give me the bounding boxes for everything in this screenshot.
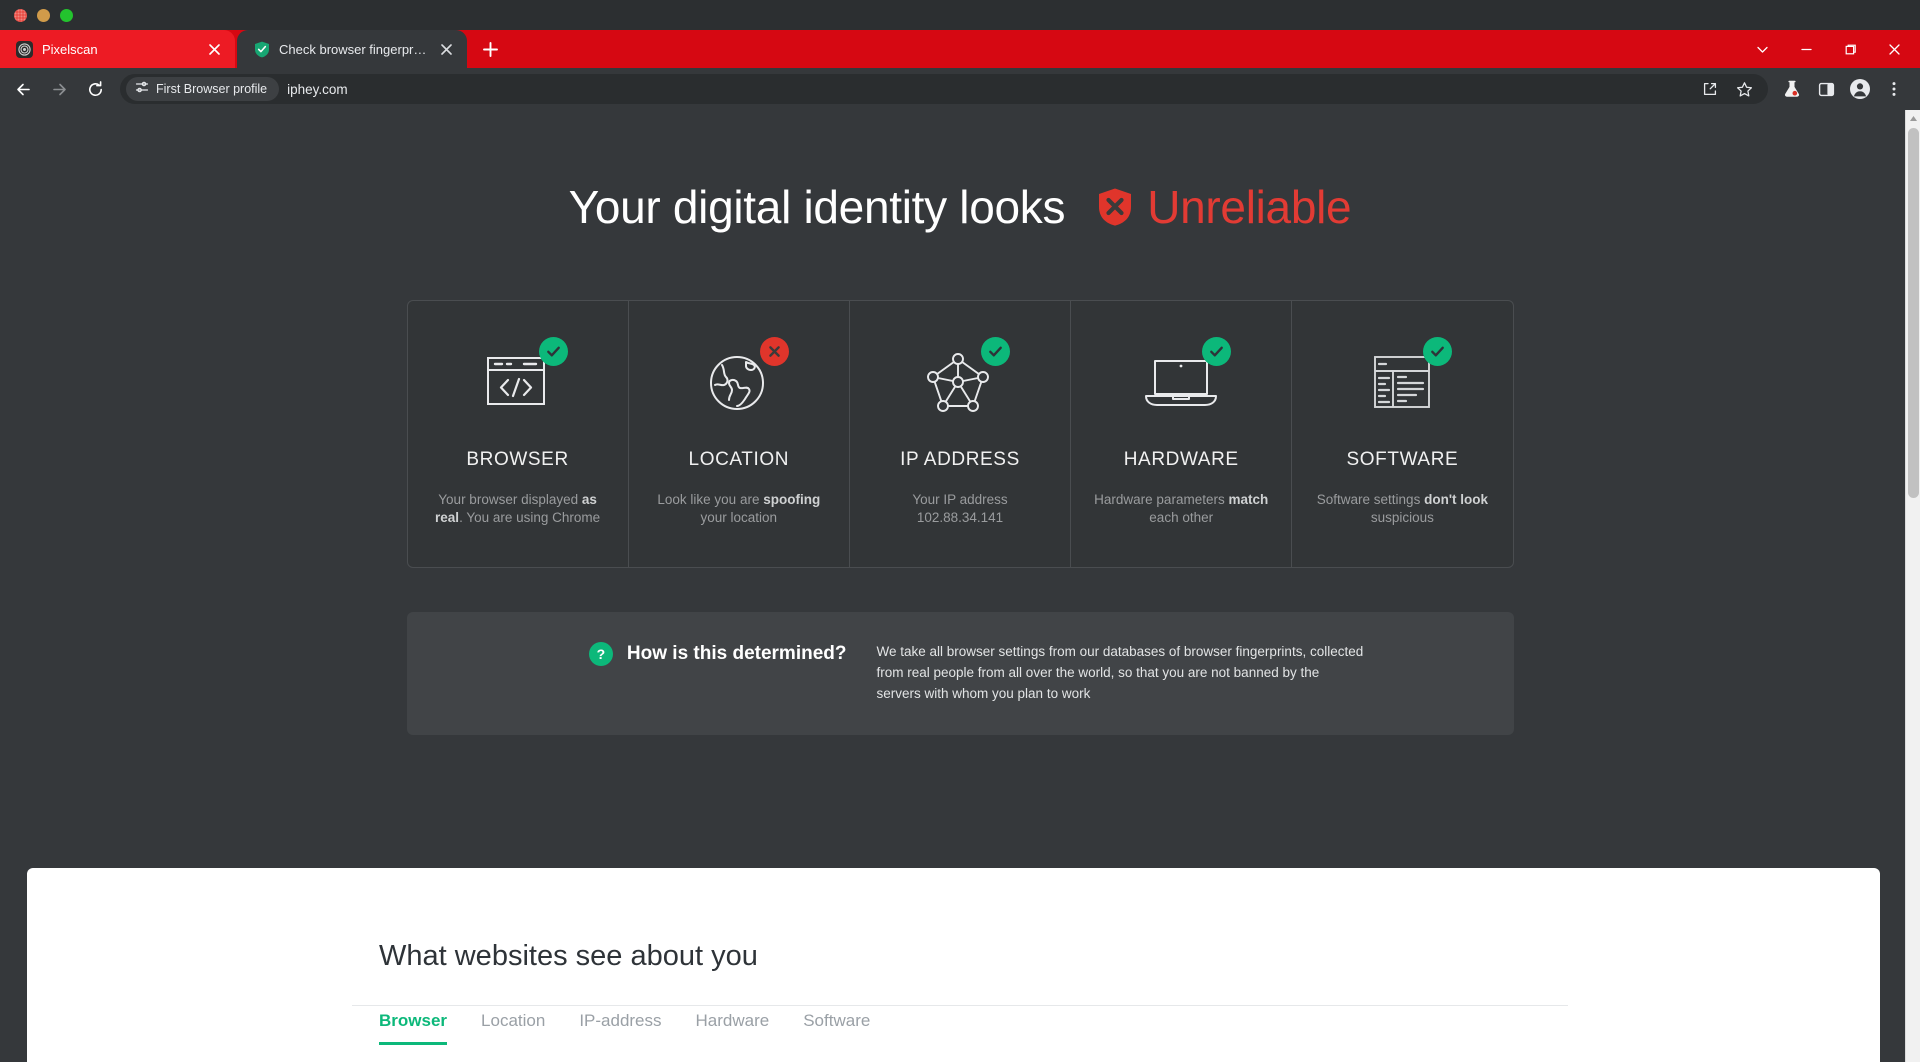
banner-heading-group: ? How is this determined?: [407, 641, 877, 666]
side-panel-icon[interactable]: [1810, 73, 1842, 105]
status-badge-bad: [759, 337, 789, 366]
card-description: Look like you are spoofing your location: [657, 492, 821, 525]
dashboard-panels-icon: [1354, 337, 1453, 421]
window-controls: [1740, 30, 1920, 68]
page-scrollbar[interactable]: [1905, 110, 1920, 1062]
shield-x-icon: [1097, 187, 1133, 227]
tune-icon: [135, 80, 149, 99]
page-viewport: Your digital identity looks Unreliable B…: [0, 110, 1920, 1062]
network-nodes-icon: [912, 337, 1010, 421]
tab-pixelscan[interactable]: Pixelscan: [0, 30, 235, 68]
back-button[interactable]: [6, 72, 40, 106]
hero-heading: Your digital identity looks Unreliable: [0, 180, 1920, 234]
address-bar[interactable]: First Browser profile iphey.com: [120, 74, 1768, 104]
status-badge-ok: [538, 337, 568, 366]
card-description: Hardware parameters match each other: [1094, 492, 1269, 525]
tab-software[interactable]: Software: [803, 1011, 870, 1045]
page-title: What websites see about you: [379, 940, 758, 972]
bookmark-star-icon[interactable]: [1728, 73, 1760, 105]
green-shield-icon: [253, 41, 270, 58]
banner-title: How is this determined?: [626, 642, 847, 664]
card-description: Your IP address 102.88.34.141: [912, 492, 1008, 525]
tab-title: Pixelscan: [42, 41, 98, 57]
card-title: BROWSER: [466, 449, 569, 470]
laptop-icon: [1133, 337, 1232, 421]
globe-icon: [691, 337, 789, 421]
status-card-ip-address[interactable]: IP ADDRESS Your IP address 102.88.34.141: [850, 301, 1072, 567]
status-badge-ok: [1202, 337, 1232, 366]
tab-location[interactable]: Location: [481, 1011, 545, 1045]
minimize-icon[interactable]: [1784, 30, 1828, 68]
profile-pill-label: First Browser profile: [156, 82, 268, 96]
browser-window-code-icon: [470, 337, 568, 421]
scroll-up-arrow-icon[interactable]: [1906, 110, 1920, 126]
pixelscan-icon: [16, 40, 33, 58]
hero-status-text: Unreliable: [1147, 181, 1352, 233]
status-card-hardware[interactable]: HARDWARE Hardware parameters match each …: [1071, 301, 1293, 567]
tab-check-browser-fingerprints[interactable]: Check browser fingerprints: [237, 30, 467, 68]
status-card-browser[interactable]: BROWSER Your browser displayed as real. …: [408, 301, 629, 567]
share-icon[interactable]: [1694, 73, 1726, 105]
question-mark-icon[interactable]: ?: [588, 641, 613, 666]
three-dot-menu-icon[interactable]: [1878, 73, 1910, 105]
status-card-software[interactable]: SOFTWARE Software settings don't look su…: [1292, 301, 1512, 567]
reload-button[interactable]: [78, 72, 112, 106]
hero-text: Your digital identity looks: [568, 181, 1066, 233]
browser-window: Pixelscan Check browser fingerprints Fir…: [0, 0, 1920, 1062]
window-minimize-dot[interactable]: [37, 8, 50, 22]
banner-body: We take all browser settings from our da…: [876, 643, 1364, 701]
browser-profile-pill[interactable]: First Browser profile: [126, 77, 280, 101]
card-title: HARDWARE: [1123, 449, 1239, 470]
new-tab-button[interactable]: [473, 32, 507, 66]
forward-button[interactable]: [42, 72, 76, 106]
card-title: IP ADDRESS: [900, 449, 1020, 470]
browser-toolbar: First Browser profile iphey.com: [0, 68, 1920, 110]
status-card-row: BROWSER Your browser displayed as real. …: [406, 300, 1514, 568]
status-badge-ok: [1423, 337, 1453, 366]
card-description: Your browser displayed as real. You are …: [435, 492, 601, 525]
tab-ip-address[interactable]: IP-address: [579, 1011, 661, 1045]
card-title: SOFTWARE: [1346, 449, 1459, 470]
profile-avatar-icon[interactable]: [1844, 73, 1876, 105]
card-description: Software settings don't look suspicious: [1316, 492, 1489, 525]
tab-browser[interactable]: Browser: [379, 1011, 448, 1045]
omnibox-actions: [1694, 73, 1760, 105]
status-badge-ok: [981, 337, 1010, 366]
tab-close-icon[interactable]: [205, 40, 223, 58]
status-card-location[interactable]: LOCATION Look like you are spoofing your…: [629, 301, 850, 567]
tab-close-icon[interactable]: [437, 40, 455, 58]
content-tabs: Browser Location IP-address Hardware Sof…: [379, 1011, 1880, 1045]
url-text: iphey.com: [287, 81, 348, 97]
maximize-icon[interactable]: [1828, 30, 1872, 68]
tab-strip: Pixelscan Check browser fingerprints: [0, 30, 1920, 68]
tabs-divider: [352, 1005, 1568, 1006]
window-close-dot[interactable]: [14, 8, 27, 22]
title-bar: [0, 0, 1920, 30]
flask-icon[interactable]: [1776, 73, 1808, 105]
card-title: LOCATION: [688, 449, 790, 470]
window-zoom-dot[interactable]: [60, 8, 73, 22]
websites-see-panel: What websites see about you Browser Loca…: [27, 868, 1880, 1062]
close-icon[interactable]: [1872, 30, 1916, 68]
how-determined-banner: ? How is this determined? We take all br…: [406, 611, 1514, 735]
tab-title: Check browser fingerprints: [279, 41, 428, 57]
tab-hardware[interactable]: Hardware: [696, 1011, 770, 1045]
scrollbar-thumb[interactable]: [1908, 128, 1919, 498]
chevron-down-icon[interactable]: [1740, 30, 1784, 68]
